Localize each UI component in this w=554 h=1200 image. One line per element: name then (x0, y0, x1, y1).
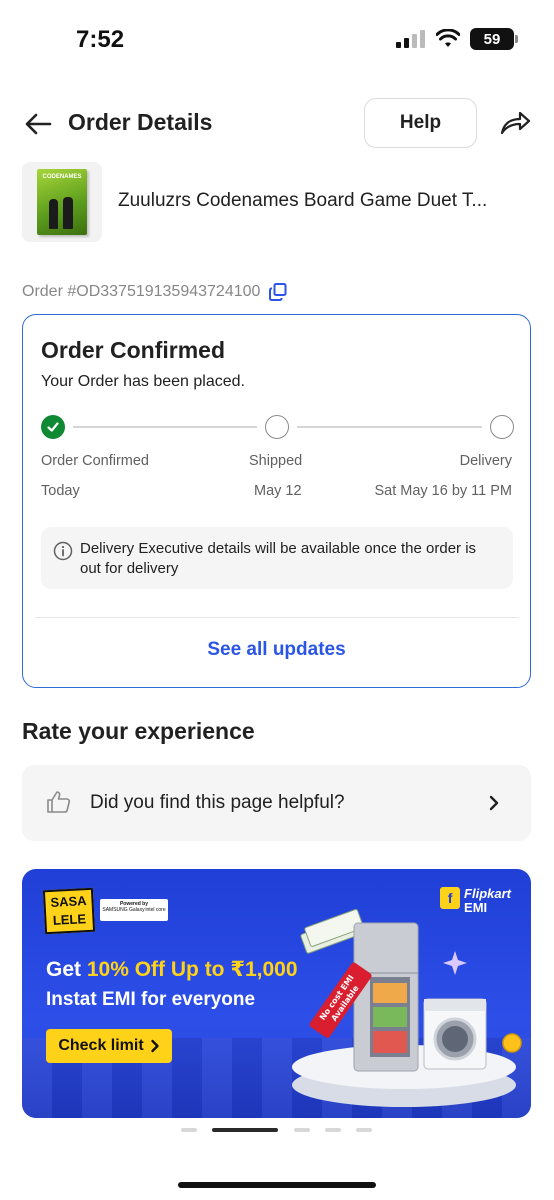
step-confirmed-check-icon (41, 415, 65, 439)
thumbs-up-icon (47, 791, 71, 813)
banner-headline-prefix: Get (46, 958, 87, 981)
banner-subline: Instat EMI for everyone (46, 989, 256, 1010)
sasa-lele-logo-line: SASA (50, 893, 87, 910)
step-date-shipped: May 12 (254, 483, 302, 499)
step-label-shipped: Shipped (249, 453, 303, 469)
step-connector (73, 426, 257, 428)
product-box-figure (63, 197, 73, 229)
divider (35, 617, 519, 618)
banner-headline-highlight: 10% Off Up to ₹1,000 (86, 958, 298, 981)
check-limit-button[interactable]: Check limit (46, 1029, 172, 1063)
check-limit-label: Check limit (58, 1037, 144, 1054)
step-connector (297, 426, 482, 428)
step-shipped-circle-icon (265, 415, 289, 439)
rate-heading: Rate your experience (22, 718, 255, 744)
order-status-card: Order Confirmed Your Order has been plac… (22, 314, 531, 688)
product-name[interactable]: Zuuluzrs Codenames Board Game Duet T... (118, 190, 528, 212)
carousel-dot[interactable] (294, 1128, 310, 1132)
partner-intel: intel core (145, 907, 166, 913)
step-date-delivery: Sat May 16 by 11 PM (374, 483, 512, 499)
status-time: 7:52 (76, 26, 125, 53)
step-delivery-circle-icon (490, 415, 514, 439)
status-bar: 7:52 59 (0, 0, 554, 80)
appliance-illustration: No cost EMI Available (292, 909, 522, 1107)
order-status-title: Order Confirmed (41, 337, 226, 363)
copy-icon[interactable] (268, 282, 288, 302)
product-box-title: CODENAMES (42, 174, 82, 180)
promo-banner[interactable]: SASA LELE Powered by SAMSUNG Galaxy inte… (22, 869, 531, 1118)
see-all-updates-link[interactable]: See all updates (23, 639, 530, 661)
order-status-subtitle: Your Order has been placed. (41, 373, 245, 390)
carousel-dot[interactable] (325, 1128, 341, 1132)
step-label-delivery: Delivery (459, 453, 512, 469)
status-icons: 59 (396, 28, 518, 50)
product-thumbnail[interactable]: CODENAMES (22, 162, 102, 242)
chevron-right-icon (489, 795, 499, 811)
help-button[interactable]: Help (364, 98, 477, 148)
product-box-figure (49, 199, 58, 229)
page-helpful-feedback-row[interactable]: Did you find this page helpful? (22, 765, 531, 841)
wifi-icon (436, 29, 460, 47)
sasa-lele-logo-line: LELE (52, 911, 87, 928)
tracking-progress (41, 415, 514, 441)
order-id-row: Order #OD337519135943724100 (22, 282, 288, 302)
chevron-right-icon (150, 1039, 159, 1053)
carousel-dot-active[interactable] (212, 1128, 278, 1132)
sasa-lele-logo: SASA LELE (42, 887, 96, 935)
banner-headline: Get 10% Off Up to ₹1,000 (46, 957, 298, 982)
cellular-signal-icon (396, 30, 425, 48)
back-arrow-icon[interactable] (22, 108, 54, 140)
page-helpful-question: Did you find this page helpful? (90, 792, 345, 813)
info-icon (53, 541, 73, 561)
delivery-info-text: Delivery Executive details will be avail… (80, 540, 477, 577)
partner-samsung: SAMSUNG Galaxy (102, 907, 145, 913)
share-icon[interactable] (498, 106, 532, 140)
product-summary[interactable]: CODENAMES Zuuluzrs Codenames Board Game … (22, 162, 532, 242)
step-date-confirmed: Today (41, 483, 80, 499)
product-image: CODENAMES (37, 169, 87, 235)
carousel-dot[interactable] (181, 1128, 197, 1132)
home-indicator[interactable] (178, 1182, 376, 1188)
carousel-indicators (0, 1128, 554, 1134)
header: Order Details Help (0, 96, 554, 152)
powered-by-badge: Powered by SAMSUNG Galaxy intel core (100, 899, 168, 921)
carousel-dot[interactable] (356, 1128, 372, 1132)
page-title: Order Details (68, 109, 213, 135)
step-label-confirmed: Order Confirmed (41, 453, 149, 469)
battery-icon: 59 (470, 28, 518, 50)
order-id-text: Order #OD337519135943724100 (22, 283, 261, 300)
partner-logos: SAMSUNG Galaxy intel core (102, 907, 166, 913)
delivery-info-box: Delivery Executive details will be avail… (41, 527, 513, 589)
